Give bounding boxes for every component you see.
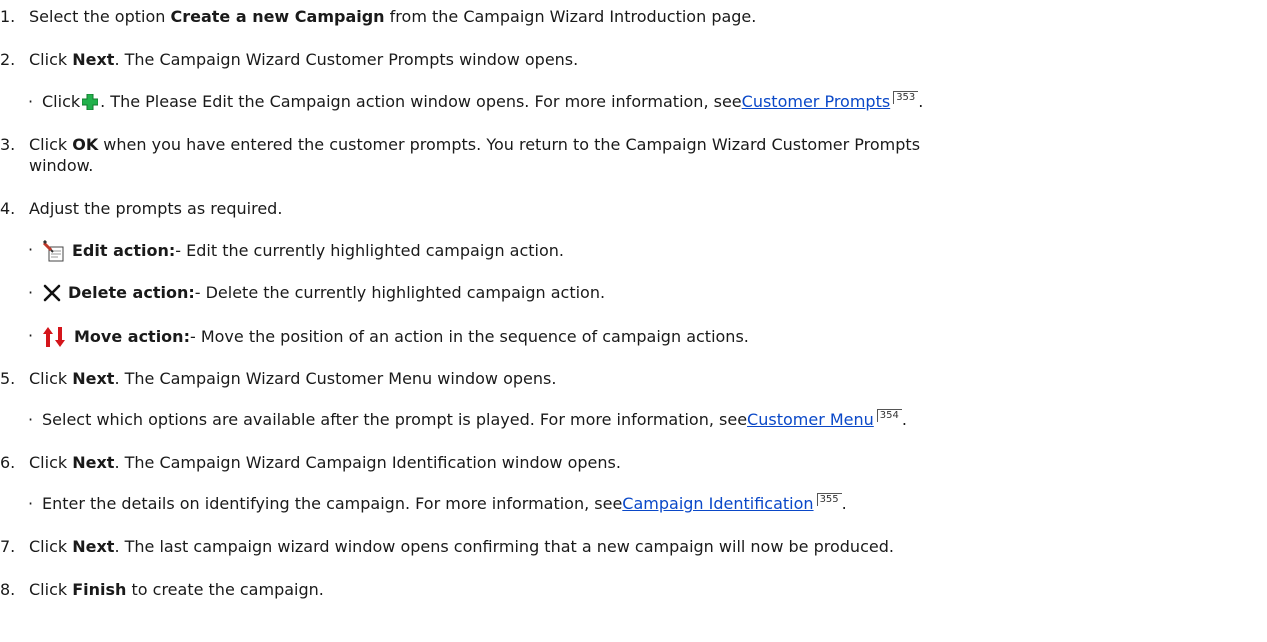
green-plus-icon	[82, 94, 99, 110]
step-number: 7.	[0, 537, 16, 556]
button-name: Next	[72, 453, 115, 472]
sub-text-mid: . The Please Edit the Campaign action wi…	[100, 92, 742, 111]
bullet: ·	[28, 240, 34, 259]
button-name: Next	[72, 50, 115, 69]
step-number: 4.	[0, 199, 16, 218]
customer-prompts-link[interactable]: Customer Prompts	[742, 92, 891, 112]
action-desc: - Edit the currently highlighted campaig…	[175, 241, 565, 260]
step-text: Click	[29, 537, 73, 556]
action-desc: - Delete the currently highlighted campa…	[194, 283, 606, 302]
bullet: ·	[28, 326, 34, 345]
edit-document-icon	[42, 240, 64, 262]
button-name: Next	[72, 537, 115, 556]
step-text: Click	[29, 135, 73, 154]
move-up-down-arrows-icon	[43, 327, 65, 347]
button-name: OK	[72, 135, 99, 154]
button-name: Finish	[72, 580, 127, 599]
sub-text: Select which options are available after…	[42, 410, 748, 429]
action-name: Move action:	[74, 327, 190, 346]
step-number: 3.	[0, 135, 16, 154]
step-text: Select the option	[29, 7, 171, 26]
step-text-end: . The Campaign Wizard Campaign Identific…	[114, 453, 621, 472]
page-ref[interactable]: 354	[876, 408, 902, 422]
sub-text: Click	[42, 92, 81, 111]
page-ref[interactable]: 353	[893, 90, 919, 104]
step-text: Click	[29, 369, 73, 388]
button-name: Next	[72, 369, 115, 388]
step-text-end: . The last campaign wizard window opens …	[114, 537, 894, 556]
step-text: Click	[29, 453, 73, 472]
action-name: Delete action:	[68, 283, 195, 302]
customer-menu-link[interactable]: Customer Menu	[747, 410, 874, 430]
page-ref[interactable]: 355	[816, 492, 842, 506]
step-number: 6.	[0, 453, 16, 472]
step-number: 8.	[0, 580, 16, 599]
step-number: 5.	[0, 369, 16, 388]
step-text-end: to create the campaign.	[126, 580, 324, 599]
bullet: ·	[28, 494, 34, 513]
bullet: ·	[28, 410, 34, 429]
step-text: Click	[29, 50, 73, 69]
delete-x-icon	[43, 284, 61, 302]
step-text-end: when you have entered the customer promp…	[98, 135, 921, 154]
step-text: Adjust the prompts as required.	[29, 199, 283, 218]
step-text-end: . The Campaign Wizard Customer Menu wind…	[114, 369, 557, 388]
step-text-end: . The Campaign Wizard Customer Prompts w…	[114, 50, 579, 69]
bullet: ·	[28, 92, 34, 111]
bullet: ·	[28, 283, 34, 302]
option-name: Create a new Campaign	[170, 7, 385, 26]
step-number: 2.	[0, 50, 16, 69]
action-desc: - Move the position of an action in the …	[189, 327, 749, 346]
action-name: Edit action:	[72, 241, 176, 260]
step-text: Click	[29, 580, 73, 599]
sub-text: Enter the details on identifying the cam…	[42, 494, 623, 513]
campaign-identification-link[interactable]: Campaign Identification	[622, 494, 813, 514]
step-text-end: from the Campaign Wizard Introduction pa…	[384, 7, 757, 26]
step-number: 1.	[0, 7, 16, 26]
